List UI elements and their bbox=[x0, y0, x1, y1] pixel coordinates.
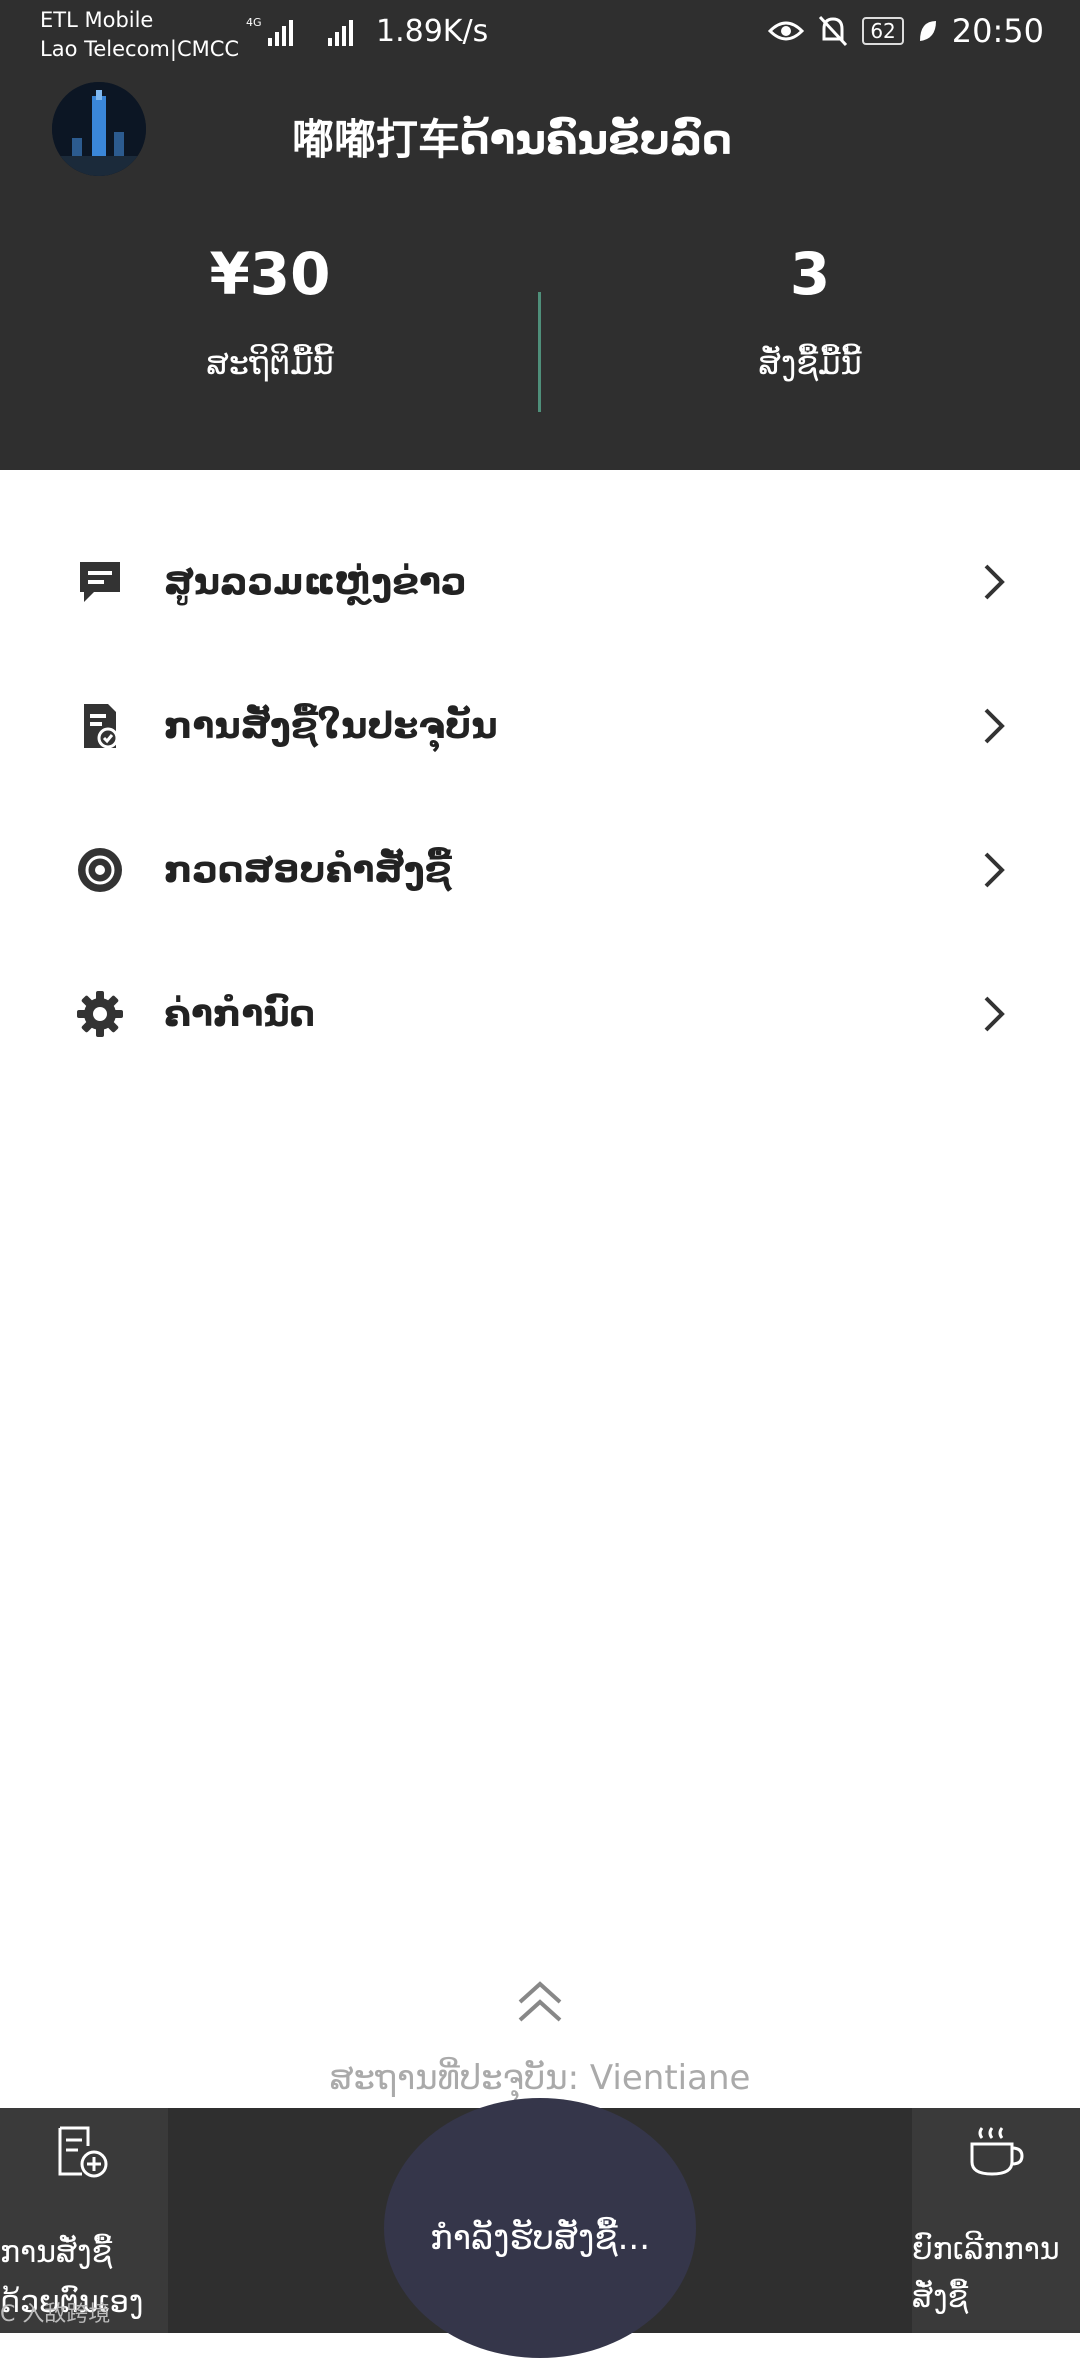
chevron-right-icon bbox=[984, 996, 1005, 1032]
clock: 20:50 bbox=[951, 12, 1044, 50]
menu-item-label: ກວດສອບຄຳສັ່ງຊື້ bbox=[164, 849, 452, 891]
status-right: 62 20:50 bbox=[768, 12, 1044, 50]
menu-item-news[interactable]: ສູນລວມແຫຼ່ງຂ່າວ bbox=[0, 510, 1080, 654]
current-location: ສະຖານທີ່ປະຈຸບັນ: Vientiane bbox=[329, 2058, 751, 2098]
avatar-image bbox=[52, 82, 146, 176]
menu-item-label: ການສັ່ງຊື້ໃນປະຈຸບັນ bbox=[164, 705, 498, 747]
chevron-right-icon bbox=[984, 708, 1005, 744]
signal-icon bbox=[328, 20, 353, 46]
carrier-2: Lao Telecom|CMCC bbox=[40, 37, 240, 61]
menu-item-settings[interactable]: ຄ່າກຳນົດ bbox=[0, 942, 1080, 1086]
accepting-orders-label: ກຳລັງຮັບສັ່ງຊື້... bbox=[429, 2218, 651, 2258]
carrier-1: ETL Mobile bbox=[40, 8, 154, 32]
bottom-action-bar: ການສັ່ງຊື້ດ້ວຍຕົນເອງ ກຳລັງຮັບສັ່ງຊື້... … bbox=[0, 2098, 1080, 2358]
chevron-right-icon bbox=[984, 564, 1005, 600]
driver-header: 嘟嘟打车ດ້ານຄົນຂັບລົດ ¥30 ສະຖິຕິມື້ນີ້ 3 ສັ່… bbox=[0, 70, 1080, 470]
menu-item-check-orders[interactable]: ກວດສອບຄຳສັ່ງຊື້ bbox=[0, 798, 1080, 942]
earnings-label: ສະຖິຕິມື້ນີ້ bbox=[206, 344, 334, 382]
svg-text:4G: 4G bbox=[246, 16, 262, 29]
gear-icon bbox=[77, 991, 123, 1037]
cancel-order-label: ຍົກເລີກການສັ່ງຊື້ bbox=[912, 2232, 1060, 2315]
avatar[interactable] bbox=[52, 82, 146, 176]
orders-label: ສັ່ງຊື້ມື້ນີ້ bbox=[758, 344, 862, 382]
network-speed: 1.89K/s bbox=[376, 14, 489, 49]
order-document-icon bbox=[84, 704, 119, 749]
page-title: 嘟嘟打车ດ້ານຄົນຂັບລົດ bbox=[292, 115, 732, 164]
watermark: C 入敌跨境 bbox=[0, 2302, 111, 2327]
earnings-stat: ¥30 ສະຖິຕິມື້ນີ້ bbox=[0, 240, 540, 382]
add-document-icon bbox=[58, 2126, 108, 2178]
double-chevron-up-icon[interactable] bbox=[514, 1980, 566, 2024]
battery-indicator: 62 bbox=[862, 17, 904, 45]
menu-list: ສູນລວມແຫຼ່ງຂ່າວ ການສັ່ງຊື້ໃນປະຈຸບັນ ກວດສ… bbox=[0, 510, 1080, 1086]
bell-muted-icon bbox=[819, 15, 848, 47]
menu-item-label: ສູນລວມແຫຼ່ງຂ່າວ bbox=[164, 561, 467, 603]
chevron-right-icon bbox=[984, 852, 1005, 888]
signal-4g-icon: 4G bbox=[246, 16, 293, 46]
eye-icon bbox=[768, 21, 805, 41]
menu-item-current-orders[interactable]: ການສັ່ງຊື້ໃນປະຈຸບັນ bbox=[0, 654, 1080, 798]
orders-stat: 3 ສັ່ງຊື້ມື້ນີ້ bbox=[540, 240, 1080, 382]
carrier-info: ETL Mobile Lao Telecom|CMCC bbox=[40, 6, 239, 64]
leaf-icon bbox=[919, 21, 936, 41]
menu-item-label: ຄ່າກຳນົດ bbox=[164, 993, 316, 1035]
orders-value: 3 bbox=[789, 240, 831, 308]
coffee-cup-icon bbox=[970, 2127, 1024, 2176]
message-icon bbox=[80, 562, 120, 602]
status-bar: ETL Mobile Lao Telecom|CMCC 4G 1.89K/s 6… bbox=[0, 0, 1080, 70]
target-icon bbox=[78, 848, 122, 892]
earnings-value: ¥30 bbox=[209, 240, 331, 308]
